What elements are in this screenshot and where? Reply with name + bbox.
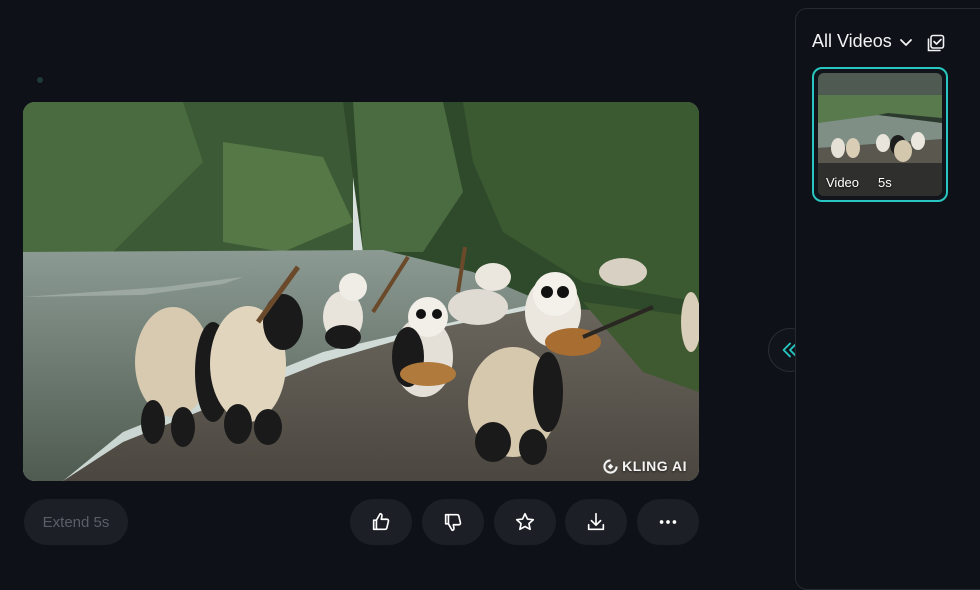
filter-label: All Videos — [812, 31, 892, 51]
more-icon — [659, 520, 677, 524]
multi-select-icon[interactable] — [926, 33, 946, 53]
thumbs-up-icon — [372, 512, 390, 531]
star-icon — [515, 512, 535, 531]
more-button[interactable] — [637, 499, 699, 545]
watermark-text: KLING AI — [622, 458, 687, 474]
download-button[interactable] — [565, 499, 627, 545]
favorite-button[interactable] — [494, 499, 556, 545]
thumbnail-type-label: Video — [826, 175, 860, 190]
dislike-button[interactable] — [422, 499, 484, 545]
video-thumbnail-card[interactable]: Video 5s — [812, 67, 948, 202]
download-icon — [587, 512, 605, 531]
thumbnail-duration: 5s — [878, 175, 892, 190]
filter-dropdown[interactable]: All Videos — [812, 31, 914, 52]
kling-watermark: KLING AI — [603, 458, 687, 474]
extend-button[interactable]: Extend 5s — [24, 499, 128, 545]
status-dot — [37, 77, 43, 83]
like-button[interactable] — [350, 499, 412, 545]
kling-logo-icon — [603, 458, 618, 474]
video-frame — [23, 102, 699, 481]
thumbs-down-icon — [444, 513, 462, 532]
chevron-down-icon — [899, 38, 912, 46]
video-player[interactable]: KLING AI — [23, 102, 699, 481]
video-history-panel: All Videos Video 5s — [795, 8, 980, 590]
